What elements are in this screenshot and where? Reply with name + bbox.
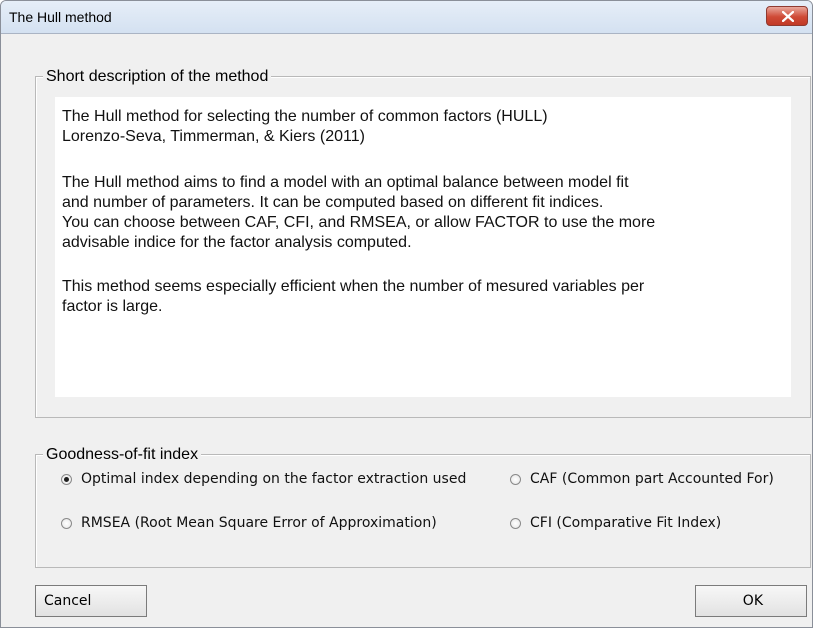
- description-line: and number of parameters. It can be comp…: [62, 194, 604, 211]
- radio-rmsea[interactable]: RMSEA (Root Mean Square Error of Approxi…: [61, 515, 437, 531]
- description-group-label: Short description of the method: [43, 68, 272, 86]
- radio-label: CFI (Comparative Fit Index): [530, 515, 722, 531]
- description-line: This method seems especially efficient w…: [62, 278, 645, 295]
- description-line: factor is large.: [62, 298, 163, 315]
- radio-button[interactable]: [510, 473, 521, 485]
- radio-button[interactable]: [510, 517, 521, 529]
- radio-label: CAF (Common part Accounted For): [530, 471, 774, 487]
- description-line: Lorenzo-Seva, Timmerman, & Kiers (2011): [62, 128, 365, 145]
- title-bar: The Hull method: [1, 1, 812, 34]
- description-line: The Hull method for selecting the number…: [62, 108, 548, 125]
- radio-label: Optimal index depending on the factor ex…: [81, 471, 467, 487]
- radio-button[interactable]: [61, 517, 72, 529]
- description-text-area: The Hull method for selecting the number…: [55, 97, 791, 397]
- window-title: The Hull method: [9, 9, 112, 25]
- radio-optimal-index[interactable]: Optimal index depending on the factor ex…: [61, 471, 466, 487]
- dialog-window: The Hull method Short description of the…: [0, 0, 813, 628]
- description-line: You can choose between CAF, CFI, and RMS…: [62, 214, 656, 231]
- description-line: The Hull method aims to find a model wit…: [62, 174, 629, 191]
- radio-cfi[interactable]: CFI (Comparative Fit Index): [510, 515, 721, 531]
- cancel-button[interactable]: Cancel: [35, 585, 147, 617]
- radio-label: RMSEA (Root Mean Square Error of Approxi…: [81, 515, 437, 531]
- description-line: advisable indice for the factor analysis…: [62, 234, 412, 251]
- ok-button[interactable]: OK: [695, 585, 807, 617]
- close-button[interactable]: [766, 6, 808, 26]
- goodness-of-fit-group-label: Goodness-of-fit index: [43, 446, 202, 464]
- radio-button-checked[interactable]: [61, 473, 72, 485]
- close-icon: [782, 11, 794, 22]
- radio-caf[interactable]: CAF (Common part Accounted For): [510, 471, 774, 487]
